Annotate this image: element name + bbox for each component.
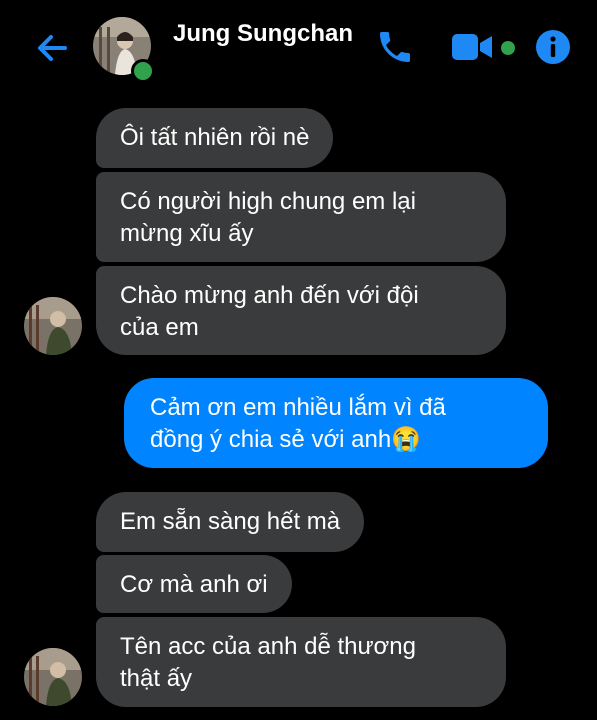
message-line: thật ấy xyxy=(120,665,193,692)
message-line: Chào mừng anh đến với đội xyxy=(120,282,419,309)
message-line: Ôi tất nhiên rồi nè xyxy=(120,124,310,151)
contact-name[interactable]: Jung Sungchan xyxy=(173,20,353,48)
back-arrow-icon[interactable] xyxy=(34,30,70,66)
incoming-message[interactable]: Có người high chung em lại mừng xĩu ấy xyxy=(96,172,506,262)
message-line: đồng ý chia sẻ với anh😭 xyxy=(150,426,422,453)
outgoing-message[interactable]: Cảm ơn em nhiều lắm vì đã đồng ý chia sẻ… xyxy=(124,378,548,468)
message-line: Tên acc của anh dễ thương xyxy=(120,633,416,660)
info-icon[interactable] xyxy=(535,29,571,65)
incoming-message[interactable]: Em sẵn sàng hết mà xyxy=(96,492,365,552)
phone-icon[interactable] xyxy=(375,27,415,67)
incoming-message[interactable]: Tên acc của anh dễ thương thật ấy xyxy=(96,617,506,707)
message-line: của em xyxy=(120,314,199,341)
video-camera-icon[interactable] xyxy=(451,32,493,62)
message-line: Cảm ơn em nhiều lắm vì đã xyxy=(150,394,446,421)
crying-emoji-icon: 😭 xyxy=(391,426,422,453)
message-line: Cơ mà anh ơi xyxy=(120,571,268,598)
contact-avatar-small[interactable] xyxy=(24,297,82,355)
contact-avatar-small[interactable] xyxy=(24,648,82,706)
message-line: mừng xĩu ấy xyxy=(120,220,254,247)
incoming-message[interactable]: Chào mừng anh đến với đội của em xyxy=(96,266,506,355)
incoming-message[interactable]: Ôi tất nhiên rồi nè xyxy=(96,108,334,168)
chat-header: Jung Sungchan xyxy=(0,0,597,90)
video-active-dot xyxy=(501,41,515,55)
message-line: Có người high chung em lại xyxy=(120,188,416,215)
online-status-dot xyxy=(131,59,155,83)
incoming-message[interactable]: Cơ mà anh ơi xyxy=(96,555,292,613)
message-line: Em sẵn sàng hết mà xyxy=(120,508,341,535)
